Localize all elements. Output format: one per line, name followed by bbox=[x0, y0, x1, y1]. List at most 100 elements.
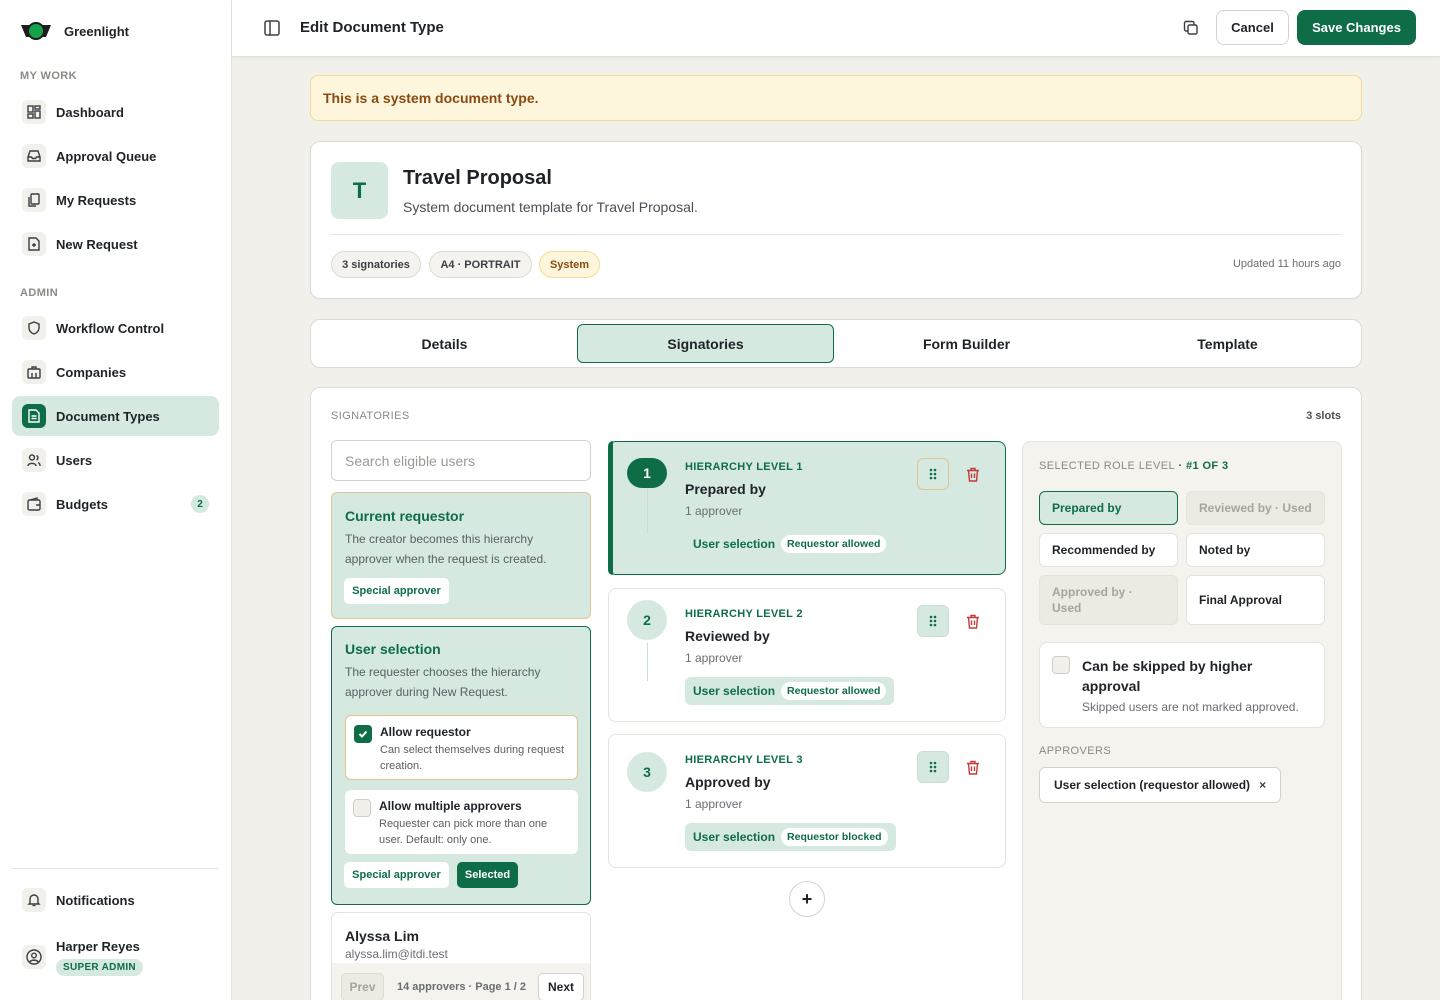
selected-button[interactable]: Selected bbox=[457, 862, 518, 888]
hierarchy-level-card[interactable]: 2 HIERARCHY LEVEL 2 Reviewed by 1 approv… bbox=[608, 588, 1006, 722]
current-requestor-option[interactable]: Current requestor The creator becomes th… bbox=[331, 492, 591, 619]
user-avatar-icon bbox=[22, 945, 46, 969]
person-name: Alyssa Lim bbox=[345, 928, 419, 944]
sidebar-item-dashboard[interactable]: Dashboard bbox=[12, 92, 219, 132]
sidebar-item-workflow-control[interactable]: Workflow Control bbox=[12, 308, 219, 348]
tab-signatories[interactable]: Signatories bbox=[577, 324, 834, 363]
next-page-button[interactable]: Next bbox=[538, 973, 584, 1000]
selection-mode: User selection bbox=[693, 830, 776, 844]
sidebar-item-label: Approval Queue bbox=[56, 148, 157, 164]
prev-page-button[interactable]: Prev bbox=[341, 973, 384, 1000]
building-icon bbox=[22, 360, 46, 384]
sidebar-item-my-requests[interactable]: My Requests bbox=[12, 180, 219, 220]
level-number: 1 bbox=[627, 458, 667, 488]
level-role-name: Reviewed by bbox=[685, 628, 770, 644]
sidebar-item-label: Companies bbox=[56, 364, 127, 380]
level-caption: HIERARCHY LEVEL 2 bbox=[685, 608, 803, 620]
document-type-description: System document template for Travel Prop… bbox=[403, 199, 698, 215]
role-option-recommended-by[interactable]: Recommended by bbox=[1039, 533, 1178, 567]
drag-handle-icon[interactable] bbox=[917, 458, 949, 490]
option-description: The creator becomes this hierarchy appro… bbox=[345, 532, 547, 566]
allow-multiple-approvers-row[interactable]: Allow multiple approvers Requester can p… bbox=[345, 790, 578, 854]
signatories-section-label: SIGNATORIES bbox=[331, 410, 410, 422]
requestor-rule: Requestor allowed bbox=[781, 535, 887, 553]
sidebar-item-companies[interactable]: Companies bbox=[12, 352, 219, 392]
heading-text: SELECTED ROLE LEVEL bbox=[1039, 460, 1175, 472]
role-option-prepared-by[interactable]: Prepared by bbox=[1039, 491, 1178, 525]
add-level-button[interactable]: + bbox=[789, 881, 825, 917]
topbar: Edit Document Type Cancel Save Changes bbox=[232, 0, 1440, 57]
system-type-notice: This is a system document type. bbox=[310, 75, 1362, 121]
page-format-chip: A4 · PORTRAIT bbox=[429, 251, 532, 278]
allow-requestor-row[interactable]: Allow requestor Can select themselves du… bbox=[345, 715, 578, 780]
remove-approver-close-icon[interactable]: × bbox=[1259, 778, 1266, 792]
sidebar-item-label: Dashboard bbox=[56, 104, 124, 120]
user-selection-option[interactable]: User selection The requester chooses the… bbox=[331, 626, 591, 905]
special-approver-button[interactable]: Special approver bbox=[344, 578, 449, 604]
brand[interactable]: Greenlight bbox=[20, 18, 129, 44]
sidebar-item-label: Workflow Control bbox=[56, 320, 165, 336]
wallet-icon bbox=[22, 492, 46, 516]
selected-role-panel: SELECTED ROLE LEVEL · #1 OF 3 Prepared b… bbox=[1022, 441, 1342, 1000]
tab-form-builder[interactable]: Form Builder bbox=[838, 324, 1095, 363]
sidebar-item-budgets[interactable]: Budgets 2 bbox=[12, 484, 219, 524]
level-connector bbox=[647, 643, 648, 681]
drag-handle-icon[interactable] bbox=[917, 605, 949, 637]
user-role-badge: SUPER ADMIN bbox=[56, 958, 143, 976]
delete-level-icon[interactable] bbox=[963, 464, 983, 484]
inbox-icon bbox=[22, 144, 46, 168]
tab-details[interactable]: Details bbox=[316, 324, 573, 363]
sidebar-toggle-icon[interactable] bbox=[262, 18, 282, 38]
role-option-noted-by[interactable]: Noted by bbox=[1186, 533, 1325, 567]
check-description: Can select themselves during request cre… bbox=[380, 744, 565, 772]
delete-level-icon[interactable] bbox=[963, 757, 983, 777]
level-role-name: Prepared by bbox=[685, 481, 766, 497]
sidebar-item-approval-queue[interactable]: Approval Queue bbox=[12, 136, 219, 176]
skip-checkbox[interactable] bbox=[1052, 656, 1070, 674]
check-title: Allow requestor bbox=[380, 725, 471, 739]
sidebar-item-users[interactable]: Users bbox=[12, 440, 219, 480]
check-icon bbox=[358, 730, 368, 738]
level-connector bbox=[647, 488, 648, 534]
save-changes-button[interactable]: Save Changes bbox=[1297, 10, 1416, 45]
divider bbox=[331, 234, 1341, 235]
tab-template[interactable]: Template bbox=[1099, 324, 1356, 363]
delete-level-icon[interactable] bbox=[963, 611, 983, 631]
heading-separator: · bbox=[1175, 460, 1186, 472]
role-option-final-approval[interactable]: Final Approval bbox=[1186, 575, 1325, 625]
approvers-label: APPROVERS bbox=[1039, 745, 1112, 757]
sidebar-item-notifications[interactable]: Notifications bbox=[12, 880, 219, 920]
bell-icon bbox=[22, 888, 46, 912]
page-title: Edit Document Type bbox=[300, 19, 444, 36]
hierarchy-level-card[interactable]: 3 HIERARCHY LEVEL 3 Approved by 1 approv… bbox=[608, 734, 1006, 868]
selected-role-heading: SELECTED ROLE LEVEL · #1 OF 3 bbox=[1039, 460, 1229, 472]
sidebar-item-new-request[interactable]: New Request bbox=[12, 224, 219, 264]
allow-requestor-checkbox[interactable] bbox=[354, 725, 372, 743]
check-title: Allow multiple approvers bbox=[379, 799, 522, 813]
eligible-user-card[interactable]: Alyssa Lim alyssa.lim@itdi.test Prev 14 … bbox=[331, 912, 591, 1000]
role-option-approved-by: Approved by · Used bbox=[1039, 575, 1178, 625]
skip-title: Can be skipped by higher approval bbox=[1082, 658, 1253, 694]
drag-handle-icon[interactable] bbox=[917, 751, 949, 783]
tab-bar: Details Signatories Form Builder Templat… bbox=[310, 319, 1362, 368]
requestor-rule: Requestor allowed bbox=[781, 682, 887, 700]
special-approver-button[interactable]: Special approver bbox=[344, 862, 449, 888]
current-user[interactable]: Harper Reyes SUPER ADMIN bbox=[12, 930, 219, 984]
budgets-count-badge: 2 bbox=[191, 495, 209, 513]
level-caption: HIERARCHY LEVEL 1 bbox=[685, 461, 803, 473]
level-selection-tag: User selection Requestor allowed bbox=[685, 677, 895, 705]
duplicate-icon[interactable] bbox=[1179, 16, 1203, 40]
person-email: alyssa.lim@itdi.test bbox=[345, 947, 448, 961]
search-eligible-users-input[interactable] bbox=[331, 440, 591, 481]
skip-by-higher-approval-option[interactable]: Can be skipped by higher approval Skippe… bbox=[1039, 642, 1325, 728]
selection-mode: User selection bbox=[693, 537, 776, 551]
system-chip: System bbox=[539, 251, 600, 278]
hierarchy-level-card[interactable]: 1 HIERARCHY LEVEL 1 Prepared by 1 approv… bbox=[608, 441, 1006, 575]
file-plus-icon bbox=[22, 232, 46, 256]
level-number: 2 bbox=[627, 600, 667, 640]
requestor-rule: Requestor blocked bbox=[781, 828, 888, 846]
sidebar-item-document-types[interactable]: Document Types bbox=[12, 396, 219, 436]
cancel-button[interactable]: Cancel bbox=[1216, 10, 1289, 45]
sidebar-item-label: Budgets bbox=[56, 496, 108, 512]
allow-multiple-approvers-checkbox[interactable] bbox=[353, 799, 371, 817]
